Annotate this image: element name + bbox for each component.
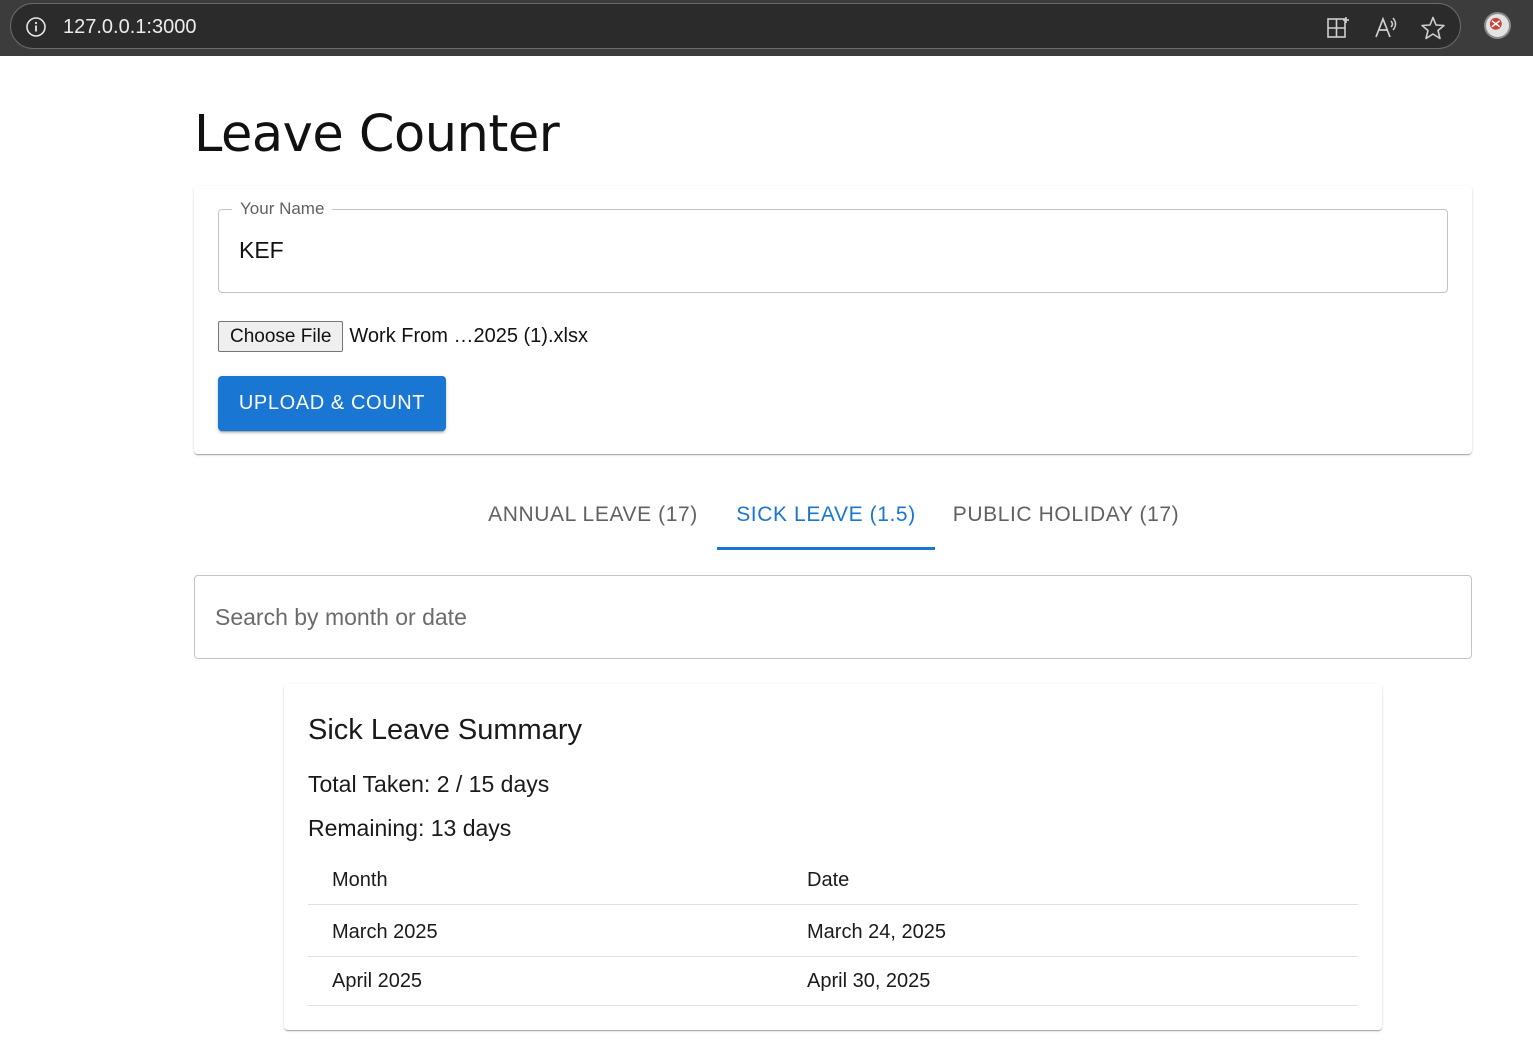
url-text[interactable]: 127.0.0.1:3000 bbox=[63, 16, 196, 38]
upload-count-button[interactable]: UPLOAD & COUNT bbox=[218, 376, 446, 431]
name-field-label: Your Name bbox=[232, 198, 333, 220]
name-field[interactable]: Your Name bbox=[218, 198, 1448, 293]
leave-type-tabs: ANNUAL LEAVE (17) SICK LEAVE (1.5) PUBLI… bbox=[194, 486, 1472, 550]
search-input[interactable] bbox=[215, 600, 1435, 634]
app-available-icon[interactable] bbox=[1325, 15, 1351, 41]
profile-avatar-icon[interactable] bbox=[1484, 12, 1511, 39]
file-picker: Choose File Work From …2025 (1).xlsx bbox=[218, 320, 588, 352]
cell-date: April 30, 2025 bbox=[807, 970, 931, 992]
cell-month: March 2025 bbox=[332, 921, 438, 943]
tab-sick-leave[interactable]: SICK LEAVE (1.5) bbox=[717, 486, 935, 550]
remaining-text: Remaining: 13 days bbox=[308, 815, 512, 841]
active-tab-indicator bbox=[717, 547, 935, 550]
browser-toolbar: 127.0.0.1:3000 bbox=[0, 0, 1533, 56]
address-bar[interactable]: 127.0.0.1:3000 bbox=[10, 3, 1461, 49]
selected-file-name: Work From …2025 (1).xlsx bbox=[349, 325, 588, 347]
name-input[interactable] bbox=[239, 234, 1419, 266]
tab-public-holiday[interactable]: PUBLIC HOLIDAY (17) bbox=[943, 486, 1189, 550]
sick-leave-summary-card: Sick Leave Summary Total Taken: 2 / 15 d… bbox=[284, 684, 1382, 1030]
site-info-icon[interactable] bbox=[25, 16, 47, 38]
upload-card: Your Name Choose File Work From …2025 (1… bbox=[194, 186, 1472, 454]
column-header-date: Date bbox=[807, 869, 850, 891]
table-header-row: Month Date bbox=[308, 856, 1358, 905]
tab-annual-leave[interactable]: ANNUAL LEAVE (17) bbox=[476, 486, 710, 550]
table-row: April 2025 April 30, 2025 bbox=[308, 957, 1358, 1006]
search-field[interactable] bbox=[194, 575, 1472, 659]
summary-title: Sick Leave Summary bbox=[308, 714, 582, 746]
cell-month: April 2025 bbox=[332, 970, 423, 992]
total-taken-text: Total Taken: 2 / 15 days bbox=[308, 771, 550, 797]
choose-file-button[interactable]: Choose File bbox=[218, 320, 344, 352]
table-row: March 2025 March 24, 2025 bbox=[308, 908, 1358, 957]
column-header-month: Month bbox=[332, 869, 388, 891]
read-aloud-icon[interactable] bbox=[1373, 15, 1399, 41]
page-title: Leave Counter bbox=[194, 105, 560, 164]
cell-date: March 24, 2025 bbox=[807, 921, 946, 943]
favorite-star-icon[interactable] bbox=[1420, 15, 1446, 41]
